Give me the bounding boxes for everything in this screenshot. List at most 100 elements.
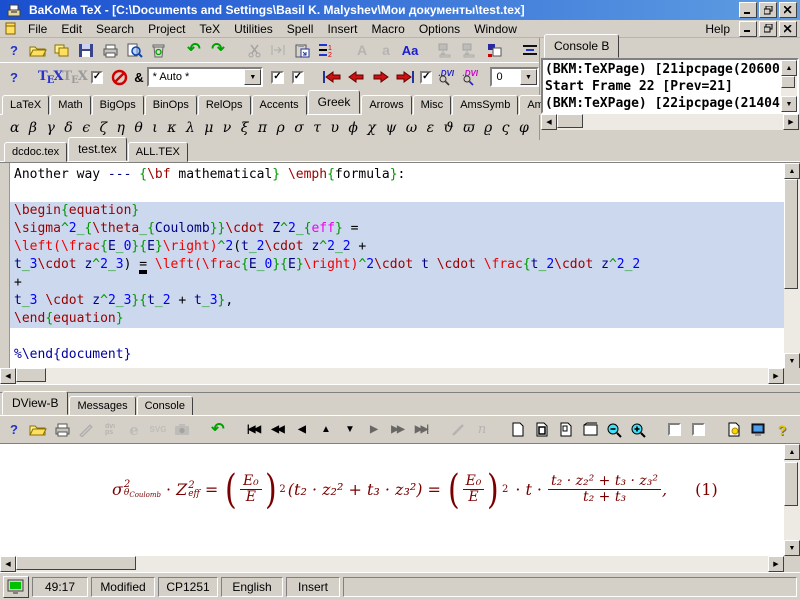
palette-tab-accents[interactable]: Accents (252, 95, 307, 115)
print-icon[interactable] (98, 39, 122, 61)
editor-scroll-down[interactable]: ▼ (784, 353, 800, 369)
greek-symbol[interactable]: ω (406, 121, 417, 135)
greek-symbol[interactable]: ι (152, 121, 158, 135)
page-setup-icon[interactable] (722, 419, 746, 441)
palette-tab-arrows[interactable]: Arrows (361, 95, 411, 115)
tex-option-checkbox-2[interactable]: ✓ (271, 71, 283, 84)
help-icon[interactable]: ? (2, 39, 26, 61)
palette-tab-greek[interactable]: Greek (308, 90, 361, 114)
snapshot-icon[interactable] (170, 419, 194, 441)
zoom-in-icon[interactable] (626, 419, 650, 441)
palette-tab-amssymb[interactable]: AmsSymb (452, 95, 518, 115)
greek-symbol[interactable]: υ (330, 121, 339, 135)
viewer-scroll-right[interactable]: ▶ (768, 556, 784, 572)
greek-symbol[interactable]: γ (46, 121, 54, 135)
greek-symbol[interactable]: θ (134, 121, 142, 135)
minimize-button[interactable] (739, 2, 757, 18)
editor-scroll-left[interactable]: ◀ (0, 368, 16, 384)
next-frame-icon[interactable]: ▶ (362, 419, 386, 441)
greek-symbol[interactable]: β (29, 121, 37, 135)
greek-symbol[interactable]: χ (367, 121, 375, 135)
greek-symbol[interactable]: λ (186, 121, 195, 135)
panel-tab-dview-b[interactable]: DView-B (2, 391, 68, 415)
console-vscrollbar[interactable]: ▲ ▼ (781, 60, 797, 112)
prev-frame-icon[interactable]: ◀ (290, 419, 314, 441)
console-scroll-down[interactable]: ▼ (781, 96, 797, 112)
block-copy-1-icon[interactable] (434, 39, 458, 61)
dvi-wizard-icon[interactable] (74, 419, 98, 441)
panel-tab-messages[interactable]: Messages (69, 396, 135, 416)
svg-export-icon[interactable]: SVG (146, 419, 170, 441)
uppercase-icon[interactable]: A (350, 39, 374, 61)
viewer-scroll-down[interactable]: ▼ (784, 540, 800, 556)
document-icon[interactable] (4, 22, 17, 35)
mdi-minimize-button[interactable] (739, 21, 757, 37)
editor-vscrollbar[interactable]: ▲ ▼ (784, 163, 800, 369)
greek-symbol[interactable]: π (258, 121, 267, 135)
console-hscrollbar[interactable]: ◀ ▶ (541, 114, 799, 130)
palette-tab-relops[interactable]: RelOps (198, 95, 251, 115)
format-dropdown[interactable]: * Auto * ▼ (147, 67, 264, 87)
display-setup-icon[interactable] (746, 419, 770, 441)
code-editor[interactable]: Another way --- {\bf mathematical} \emph… (0, 162, 800, 384)
view-option-2-icon[interactable] (686, 419, 710, 441)
dvi-help-2-icon[interactable]: ? (770, 419, 794, 441)
dvi-search-icon[interactable]: .DVI (460, 66, 484, 88)
dvi-help-icon[interactable]: ? (2, 419, 26, 441)
dvi-preview[interactable]: σ2θCoulomb · Z2eff = ( E₀E )2 (t₂ · z₂² … (0, 443, 800, 572)
open-copy-icon[interactable] (50, 39, 74, 61)
greek-symbol[interactable]: η (117, 121, 125, 135)
greek-symbol[interactable]: κ (167, 121, 176, 135)
viewer-vscrollbar[interactable]: ▲ ▼ (784, 444, 800, 556)
menu-tex[interactable]: TeX (192, 21, 227, 37)
doc-tab-dcdoc-tex[interactable]: dcdoc.tex (4, 142, 67, 162)
page-single-icon[interactable] (506, 419, 530, 441)
tex-help-icon[interactable]: ? (2, 66, 26, 88)
tex-stop-icon[interactable]: TEX (62, 66, 86, 88)
panel-tab-console[interactable]: Console (137, 396, 193, 416)
ie-export-icon[interactable]: e (122, 419, 146, 441)
last-frame-icon[interactable]: ▶▶| (410, 419, 434, 441)
palette-tab-binops[interactable]: BinOps (145, 95, 197, 115)
greek-symbol[interactable]: ζ (99, 121, 107, 135)
lowercase-icon[interactable]: a (374, 39, 398, 61)
viewer-scroll-up[interactable]: ▲ (784, 444, 800, 460)
palette-tab-misc[interactable]: Misc (413, 95, 452, 115)
menu-insert[interactable]: Insert (320, 21, 364, 37)
greek-symbol[interactable]: α (10, 121, 19, 135)
mdi-restore-button[interactable] (759, 21, 777, 37)
restore-button[interactable] (759, 2, 777, 18)
mdi-close-button[interactable] (779, 21, 797, 37)
tab-console-b[interactable]: Console B (544, 34, 619, 58)
doc-tab-all-tex[interactable]: ALL.TEX (128, 142, 188, 162)
capitalize-icon[interactable]: Aa (398, 39, 422, 61)
block-copy-2-icon[interactable] (458, 39, 482, 61)
editor-text-area[interactable]: Another way --- {\bf mathematical} \emph… (10, 163, 784, 371)
reload-icon[interactable]: ↶ (206, 419, 230, 441)
editor-scroll-right[interactable]: ▶ (768, 368, 784, 384)
menu-utilities[interactable]: Utilities (227, 21, 280, 37)
dvi-sync-checkbox[interactable]: ✓ (420, 71, 432, 84)
dvips-export-icon[interactable]: dvips (98, 419, 122, 441)
next-error-icon[interactable] (368, 66, 392, 88)
counter-dropdown[interactable]: 0 ▼ (490, 67, 539, 87)
palette-tab-math[interactable]: Math (50, 95, 90, 115)
editor-scroll-up[interactable]: ▲ (784, 163, 800, 179)
greek-symbol[interactable]: ϕ (348, 121, 358, 135)
greek-symbol[interactable]: ψ (385, 121, 396, 135)
greek-symbol[interactable]: ς (502, 121, 510, 135)
viewer-hscrollbar[interactable]: ◀ ▶ (0, 556, 784, 572)
no-compile-icon[interactable] (107, 66, 131, 88)
menu-options[interactable]: Options (412, 21, 467, 37)
console-scroll-up[interactable]: ▲ (781, 60, 797, 76)
palette-tab-bigops[interactable]: BigOps (92, 95, 144, 115)
next-group-icon[interactable]: ▶▶ (386, 419, 410, 441)
menu-project[interactable]: Project (141, 21, 192, 37)
tex-option-checkbox-1[interactable]: ✓ (91, 71, 103, 84)
dvi-view-icon[interactable]: .DVI (436, 66, 460, 88)
greek-symbol[interactable]: ϖ (463, 121, 474, 135)
page-fit-icon[interactable] (578, 419, 602, 441)
first-frame-icon[interactable]: |◀◀ (242, 419, 266, 441)
menu-help[interactable]: Help (698, 21, 737, 37)
console-scroll-right[interactable]: ▶ (783, 114, 799, 130)
